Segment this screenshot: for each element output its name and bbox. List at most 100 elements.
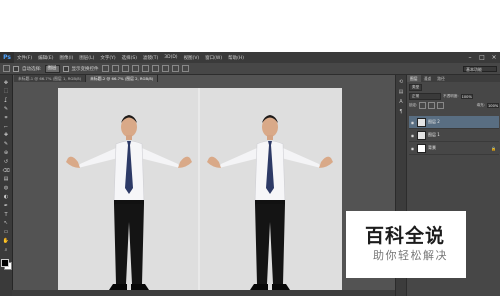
- layer-thumbnail: [417, 117, 426, 127]
- tab-document-2[interactable]: 未标题-2 @ 66.7% (图层 2, RGB/8): [86, 75, 159, 82]
- status-bar: [12, 290, 395, 296]
- blend-row: 正常 不透明度: 100%: [409, 93, 499, 100]
- opacity-input[interactable]: 100%: [460, 94, 473, 99]
- menu-image[interactable]: 图像(I): [56, 55, 76, 61]
- menu-3d[interactable]: 3D(D): [161, 55, 180, 60]
- layer-name: 背景: [428, 145, 436, 150]
- tab-layers[interactable]: 图层: [407, 75, 421, 82]
- foreground-color-swatch[interactable]: [1, 259, 9, 267]
- close-button[interactable]: ×: [488, 52, 500, 63]
- tab-channels[interactable]: 通道: [421, 75, 435, 82]
- document-canvas[interactable]: [58, 88, 342, 296]
- fill-input[interactable]: 100%: [487, 103, 499, 108]
- menu-help[interactable]: 帮助(H): [225, 55, 247, 61]
- brush-tool-icon[interactable]: ✎: [2, 141, 10, 148]
- tab-document-1[interactable]: 未标题-1 @ 66.7% (图层 1, RGB/8): [14, 75, 87, 82]
- options-bar: 自动选择: 图层 显示变换控件 基本功能: [0, 63, 500, 75]
- toolbox: ✥ ⬚ ʆ ✎ ⌗ ⌐ ✚ ✎ ⊕ ↺ ⌫ ▤ ◍ ◐ ✒ T ↖ ▭ ✋ ⌕: [0, 75, 13, 296]
- hand-tool-icon[interactable]: ✋: [2, 237, 10, 244]
- ps-logo: Ps: [0, 52, 14, 63]
- lock-row: 锁定: 填充: 100%: [409, 102, 499, 109]
- blur-tool-icon[interactable]: ◍: [2, 185, 10, 192]
- lasso-tool-icon[interactable]: ʆ: [2, 97, 10, 104]
- move-tool-icon[interactable]: ✥: [2, 79, 10, 86]
- history-icon[interactable]: ⟲: [398, 79, 404, 85]
- menu-edit[interactable]: 编辑(E): [35, 55, 56, 61]
- layer-kind-select[interactable]: 类型: [409, 84, 423, 91]
- auto-select-checkbox[interactable]: [13, 65, 19, 72]
- minimize-button[interactable]: –: [464, 52, 476, 63]
- align-middle-icon[interactable]: [111, 65, 119, 72]
- healing-tool-icon[interactable]: ✚: [2, 132, 10, 139]
- menu-window[interactable]: 窗口(W): [202, 55, 225, 61]
- menu-bar: Ps 文件(F) 编辑(E) 图像(I) 图层(L) 文字(Y) 选择(S) 滤…: [0, 52, 500, 63]
- maximize-button[interactable]: □: [476, 52, 488, 63]
- 3d-rotate-icon[interactable]: [171, 65, 179, 72]
- layer-row-1[interactable]: ◉ 图层 1: [409, 129, 499, 142]
- menu-select[interactable]: 选择(S): [119, 55, 140, 61]
- layer-row-background[interactable]: ◉ 背景 🔒: [409, 142, 499, 155]
- layers-panel-tabs: 图层 通道 路径: [407, 75, 500, 82]
- lock-icon: 🔒: [491, 145, 496, 151]
- man-figure-right: [206, 114, 334, 291]
- pen-tool-icon[interactable]: ✒: [2, 202, 10, 209]
- type-tool-icon[interactable]: T: [2, 211, 10, 218]
- dodge-tool-icon[interactable]: ◐: [2, 193, 10, 200]
- fill-label: 填充:: [476, 103, 485, 107]
- show-transform-checkbox[interactable]: [62, 65, 69, 72]
- lock-label: 锁定:: [409, 103, 418, 107]
- eyedropper-tool-icon[interactable]: ⌐: [2, 123, 10, 130]
- window-controls: – □ ×: [464, 52, 500, 63]
- marquee-tool-icon[interactable]: ⬚: [2, 88, 10, 95]
- visibility-eye-icon[interactable]: ◉: [410, 146, 415, 151]
- workspace-select[interactable]: 基本功能: [463, 66, 497, 72]
- align-right-icon[interactable]: [151, 65, 159, 72]
- quick-select-tool-icon[interactable]: ✎: [2, 105, 10, 112]
- man-figure-left: [66, 115, 192, 290]
- opacity-label: 不透明度:: [443, 94, 459, 98]
- menu-filter[interactable]: 滤镜(T): [140, 55, 161, 61]
- path-select-tool-icon[interactable]: ↖: [2, 220, 10, 227]
- properties-icon[interactable]: ▤: [398, 89, 404, 95]
- align-left-icon[interactable]: [131, 65, 139, 72]
- layer-row-2[interactable]: ◉ 图层 2: [409, 116, 499, 129]
- layer-list: ◉ 图层 2 ◉ 图层 1 ◉ 背景 🔒: [409, 116, 499, 155]
- layer-filter-row: 类型: [409, 84, 499, 91]
- auto-select-label: 自动选择:: [22, 66, 42, 72]
- align-top-icon[interactable]: [101, 65, 109, 72]
- menu-type[interactable]: 文字(Y): [97, 55, 118, 61]
- clone-tool-icon[interactable]: ⊕: [2, 149, 10, 156]
- align-center-icon[interactable]: [141, 65, 149, 72]
- menu-layer[interactable]: 图层(L): [76, 55, 97, 61]
- blend-mode-select[interactable]: 正常: [409, 93, 441, 100]
- lock-position-icon[interactable]: [428, 102, 436, 109]
- 3d-pan-icon[interactable]: [181, 65, 189, 72]
- shape-tool-icon[interactable]: ▭: [2, 229, 10, 236]
- lock-pixels-icon[interactable]: [419, 102, 427, 109]
- tab-paths[interactable]: 路径: [434, 75, 448, 82]
- visibility-eye-icon[interactable]: ◉: [410, 133, 415, 138]
- layer-name: 图层 2: [428, 119, 440, 124]
- history-brush-tool-icon[interactable]: ↺: [2, 158, 10, 165]
- eraser-tool-icon[interactable]: ⌫: [2, 167, 10, 174]
- lock-all-icon[interactable]: [437, 102, 445, 109]
- show-transform-label: 显示变换控件: [71, 66, 99, 72]
- align-bottom-icon[interactable]: [121, 65, 129, 72]
- distribute-icon[interactable]: [161, 65, 169, 72]
- move-tool-preset-icon[interactable]: [3, 65, 10, 72]
- menu-view[interactable]: 视图(V): [181, 55, 203, 61]
- visibility-eye-icon[interactable]: ◉: [410, 120, 415, 125]
- crop-tool-icon[interactable]: ⌗: [2, 114, 10, 121]
- gradient-tool-icon[interactable]: ▤: [2, 176, 10, 183]
- auto-select-dropdown[interactable]: 图层: [44, 64, 60, 73]
- character-icon[interactable]: A: [398, 99, 404, 105]
- paragraph-icon[interactable]: ¶: [398, 109, 404, 115]
- watermark-subtitle: 助你轻松解决: [373, 249, 448, 262]
- zoom-tool-icon[interactable]: ⌕: [2, 246, 10, 253]
- menu-file[interactable]: 文件(F): [14, 55, 35, 61]
- layer-thumbnail: [417, 143, 426, 153]
- document-tabs: 未标题-1 @ 66.7% (图层 1, RGB/8) 未标题-2 @ 66.7…: [14, 75, 159, 82]
- layer-thumbnail: [417, 130, 426, 140]
- canvas-image: [66, 114, 334, 291]
- watermark-panel: 百科全说 助你轻松解决: [346, 211, 466, 278]
